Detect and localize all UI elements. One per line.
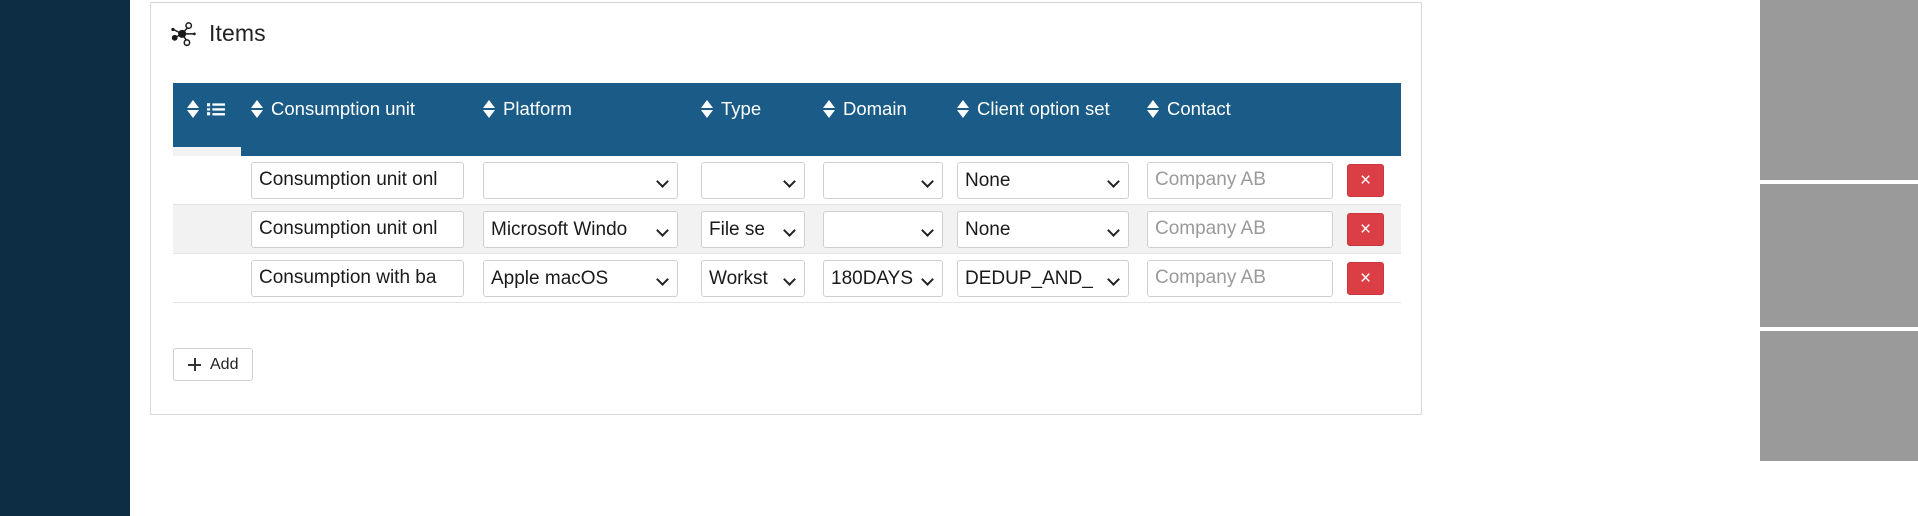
- type-select-wrap: File se: [701, 210, 805, 248]
- column-header-type[interactable]: Type: [701, 83, 823, 156]
- type-select[interactable]: File se: [701, 210, 805, 248]
- contact-input[interactable]: [1147, 210, 1333, 248]
- platform-select[interactable]: Microsoft Windo: [483, 210, 678, 248]
- platform-select[interactable]: Apple macOS: [483, 259, 678, 297]
- client-option-set-select[interactable]: DEDUP_AND_: [957, 259, 1129, 297]
- domain-select-wrap: 180DAYS: [823, 259, 943, 297]
- contact-input[interactable]: [1147, 259, 1333, 297]
- domain-select-wrap: [823, 210, 943, 248]
- plus-icon: [188, 358, 201, 371]
- consumption-unit-input[interactable]: [251, 259, 464, 297]
- sort-icon[interactable]: [187, 98, 200, 120]
- cell-platform: Apple macOS: [483, 259, 701, 297]
- background-block-3: [1760, 331, 1918, 461]
- column-header-domain[interactable]: Domain: [823, 83, 957, 156]
- contact-input[interactable]: [1147, 161, 1333, 199]
- domain-select[interactable]: 180DAYS: [823, 259, 943, 297]
- column-header-client-option-set[interactable]: Client option set: [957, 83, 1147, 156]
- type-select[interactable]: Workst: [701, 259, 805, 297]
- sort-icon[interactable]: [701, 98, 714, 120]
- column-header-platform[interactable]: Platform: [483, 83, 701, 156]
- add-row-button[interactable]: Add: [173, 348, 254, 381]
- column-label: Contact: [1167, 98, 1231, 119]
- client-option-set-select-wrap: None: [957, 161, 1129, 199]
- cell-delete: ×: [1347, 163, 1401, 197]
- cell-type: File se: [701, 210, 823, 248]
- cell-contact: [1147, 210, 1347, 248]
- table-header-row: Consumption unit Platform Type Domain Cl…: [173, 83, 1401, 156]
- column-header-select[interactable]: [173, 83, 251, 156]
- column-header-contact[interactable]: Contact: [1147, 83, 1347, 156]
- column-label: Platform: [503, 98, 572, 119]
- items-table: Consumption unit Platform Type Domain Cl…: [173, 83, 1401, 303]
- platform-select-wrap: Microsoft Windo: [483, 210, 678, 248]
- table-row: Apple macOS Workst 180DAYS: [173, 254, 1401, 303]
- cell-consumption-unit: [251, 210, 483, 248]
- cell-client-option-set: None: [957, 161, 1147, 199]
- client-option-set-select-wrap: DEDUP_AND_: [957, 259, 1129, 297]
- table-row: Microsoft Windo File se: [173, 205, 1401, 254]
- client-option-set-select[interactable]: None: [957, 210, 1129, 248]
- network-graph-icon: [169, 19, 197, 47]
- cell-domain: [823, 210, 957, 248]
- cell-type: [701, 161, 823, 199]
- type-select-wrap: [701, 161, 805, 199]
- background-block-1: [1760, 0, 1918, 180]
- cell-type: Workst: [701, 259, 823, 297]
- column-header-consumption-unit[interactable]: Consumption unit: [251, 83, 483, 156]
- column-label: Type: [721, 98, 762, 119]
- list-checklist-icon[interactable]: [207, 97, 225, 123]
- client-option-set-select-wrap: None: [957, 210, 1129, 248]
- cell-platform: Microsoft Windo: [483, 210, 701, 248]
- card-header: Items: [169, 19, 266, 47]
- delete-row-button[interactable]: ×: [1347, 261, 1384, 295]
- cell-client-option-set: DEDUP_AND_: [957, 259, 1147, 297]
- delete-row-button[interactable]: ×: [1347, 163, 1384, 197]
- column-label: Domain: [843, 98, 907, 119]
- platform-select-wrap: [483, 161, 678, 199]
- cell-delete: ×: [1347, 212, 1401, 246]
- cell-platform: [483, 161, 701, 199]
- type-select[interactable]: [701, 161, 805, 199]
- cell-delete: ×: [1347, 261, 1401, 295]
- cell-contact: [1147, 259, 1347, 297]
- column-label: Client option set: [977, 98, 1110, 119]
- platform-select-wrap: Apple macOS: [483, 259, 678, 297]
- sort-icon[interactable]: [483, 98, 496, 120]
- cell-domain: 180DAYS: [823, 259, 957, 297]
- column-header-delete: [1347, 83, 1401, 156]
- sort-icon[interactable]: [957, 98, 970, 120]
- add-button-wrap: Add: [173, 348, 254, 381]
- cell-client-option-set: None: [957, 210, 1147, 248]
- domain-select[interactable]: [823, 161, 943, 199]
- delete-row-button[interactable]: ×: [1347, 212, 1384, 246]
- header-active-notch: [173, 147, 241, 156]
- add-button-label: Add: [210, 355, 239, 373]
- cell-consumption-unit: [251, 161, 483, 199]
- platform-select[interactable]: [483, 161, 678, 199]
- right-background-zone: [1760, 0, 1918, 516]
- sort-icon[interactable]: [823, 98, 836, 120]
- domain-select[interactable]: [823, 210, 943, 248]
- consumption-unit-input[interactable]: [251, 161, 464, 199]
- client-option-set-select[interactable]: None: [957, 161, 1129, 199]
- background-block-2: [1760, 184, 1918, 327]
- page-title: Items: [209, 19, 266, 46]
- domain-select-wrap: [823, 161, 943, 199]
- sort-icon[interactable]: [1147, 98, 1160, 120]
- sort-icon[interactable]: [251, 98, 264, 120]
- cell-domain: [823, 161, 957, 199]
- table-row: None ×: [173, 156, 1401, 205]
- cell-contact: [1147, 161, 1347, 199]
- consumption-unit-input[interactable]: [251, 210, 464, 248]
- type-select-wrap: Workst: [701, 259, 805, 297]
- cell-consumption-unit: [251, 259, 483, 297]
- column-label: Consumption unit: [271, 98, 415, 119]
- left-navigation-rail: [0, 0, 130, 516]
- items-card: Items Consumption unit Platform Type Dom…: [150, 2, 1422, 415]
